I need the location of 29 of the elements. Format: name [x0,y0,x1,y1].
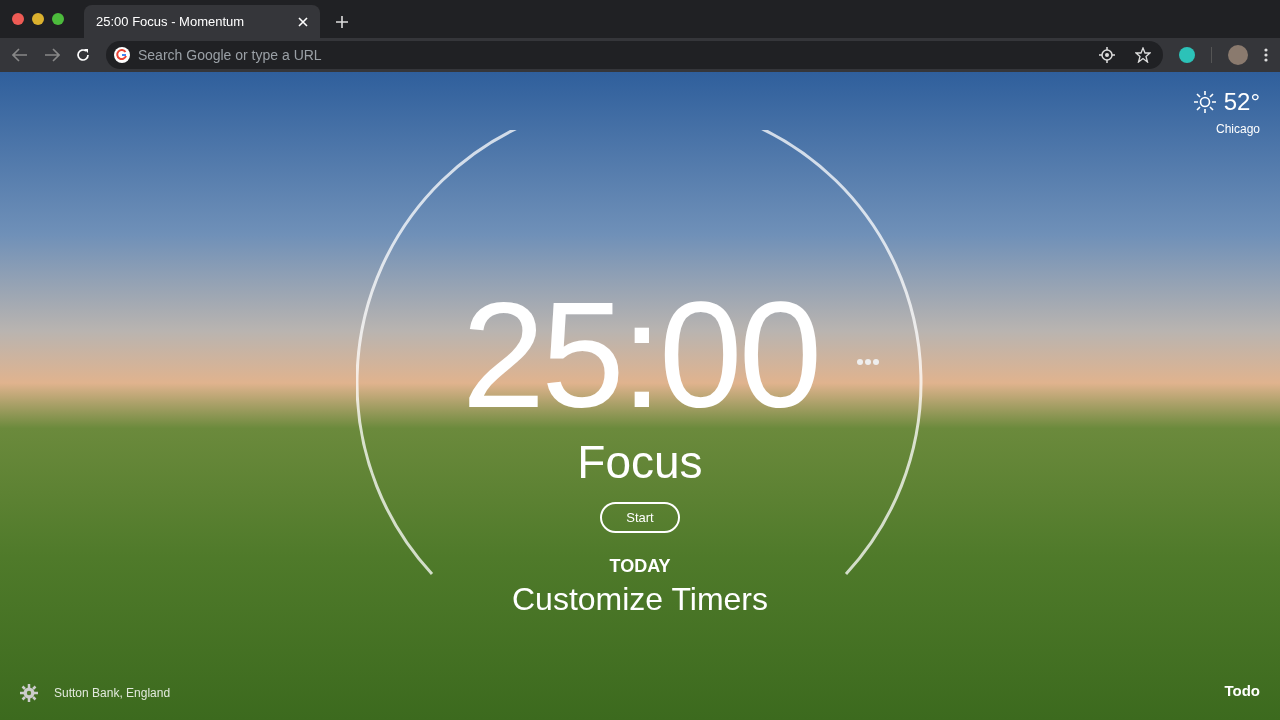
todo-link[interactable]: Todo [1224,679,1260,702]
new-tab-icon[interactable] [336,16,348,28]
weather-location: Chicago [1215,121,1260,138]
temperature: 52° [1223,87,1260,117]
location-icon[interactable] [1099,47,1115,63]
start-button[interactable]: Start [600,502,680,533]
extension-icon[interactable] [1179,47,1195,63]
back-icon[interactable] [12,48,28,62]
timer-time: 25:00 [461,280,819,430]
browser-tab[interactable]: 25:00 Focus - Momentum [84,5,320,38]
timer-mode: Focus [577,435,703,490]
forward-icon[interactable] [44,48,60,62]
address-placeholder: Search Google or type a URL [138,46,323,65]
tab-title: 25:00 Focus - Momentum [96,12,245,31]
menu-icon[interactable] [1264,48,1268,62]
focus-task: Customize Timers [511,580,768,618]
photo-location: Sutton Bank, England [54,685,171,702]
window-close-control[interactable] [12,13,24,25]
star-icon[interactable] [1135,47,1151,63]
window-zoom-control[interactable] [52,13,64,25]
close-icon[interactable] [298,16,308,27]
focus-heading: TODAY [609,555,671,578]
avatar-icon[interactable] [1228,45,1248,65]
address-bar[interactable]: Search Google or type a URL [106,41,1163,69]
google-icon [114,47,130,63]
window-minimize-control[interactable] [32,13,44,25]
reload-icon[interactable] [76,48,90,62]
sun-icon [1193,91,1216,113]
settings-icon[interactable] [20,684,38,702]
